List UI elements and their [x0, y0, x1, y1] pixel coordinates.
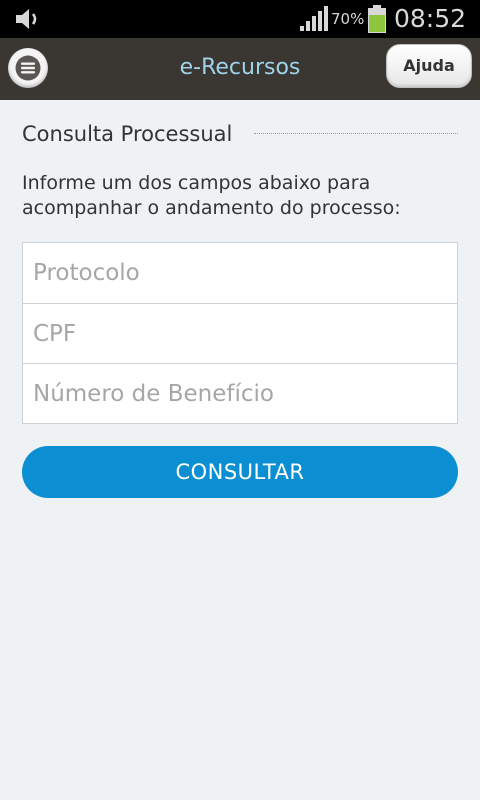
battery-icon: [368, 5, 386, 33]
section-divider: [254, 133, 458, 134]
search-form: [22, 242, 458, 424]
consult-button[interactable]: CONSULTAR: [22, 446, 458, 498]
benefit-number-input[interactable]: [23, 363, 457, 423]
cpf-input[interactable]: [23, 303, 457, 363]
section-header: Consulta Processual: [22, 122, 458, 148]
status-bar: 70% 08:52: [0, 0, 480, 38]
section-title: Consulta Processual: [22, 122, 241, 146]
battery-percent: 70%: [331, 10, 365, 28]
help-button[interactable]: Ajuda: [386, 44, 472, 88]
instructions-text: Informe um dos campos abaixo para acompa…: [22, 172, 401, 219]
app-bar: e-Recursos Ajuda: [0, 38, 480, 100]
protocol-input[interactable]: [23, 243, 457, 303]
signal-icon: [300, 6, 328, 31]
volume-icon: [16, 9, 37, 29]
clock: 08:52: [394, 4, 467, 33]
